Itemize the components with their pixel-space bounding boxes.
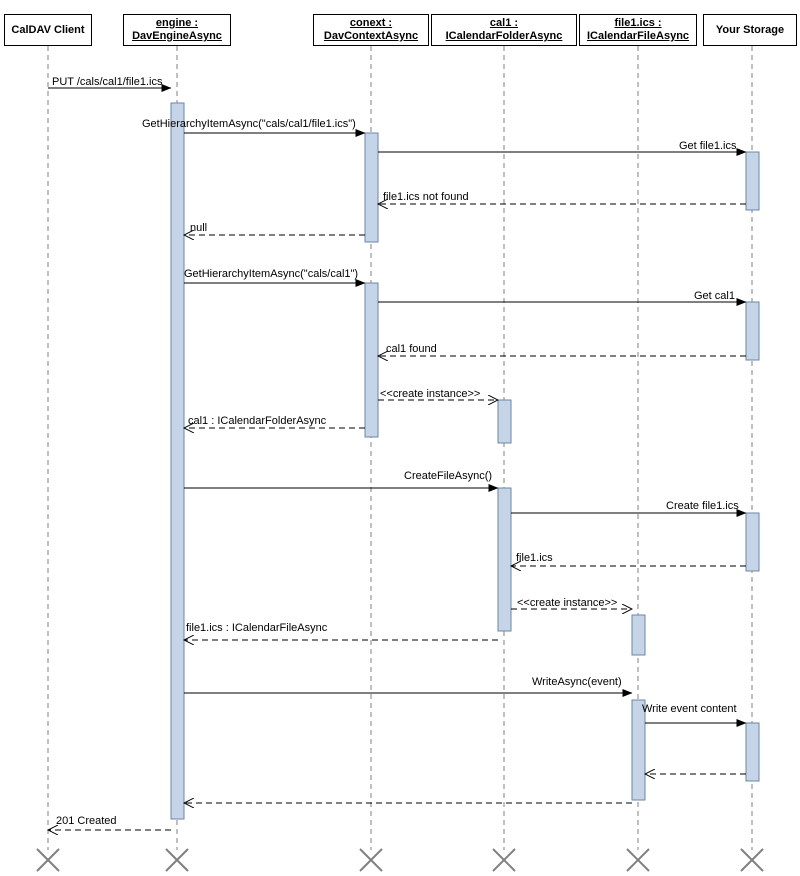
message-label: GetHierarchyItemAsync("cals/cal1/file1.i… [142,118,356,130]
message-label: file1.ics [516,552,553,564]
lifeline-label: cal1 : [489,17,519,29]
lifeline-label: DavEngineAsync [132,30,222,42]
diagram-canvas [36,46,764,872]
sequence-diagram: CalDAV Client engine : DavEngineAsync conex… [0,0,800,876]
message-label: <<create instance>> [517,597,618,609]
lifeline-header-storage: Your Storage [703,14,797,46]
message-label: cal1 found [386,343,437,355]
lifeline-label: ICalendarFileAsync [586,30,690,42]
message-label: Get file1.ics [679,140,737,152]
message-label: file1.ics not found [383,191,469,203]
lifeline-label: conext : [349,17,393,29]
message-label: PUT /cals/cal1/file1.ics [52,76,163,88]
message-label: CreateFileAsync() [404,470,493,482]
lifeline-label: file1.ics : [614,17,662,29]
lifeline-label: engine : [155,17,199,29]
message-label: file1.ics : ICalendarFileAsync [186,622,328,634]
lifeline-header-client: CalDAV Client [4,14,92,46]
lifeline-header-file1: file1.ics : ICalendarFileAsync [579,14,697,46]
message-label: GetHierarchyItemAsync("cals/cal1") [184,268,359,280]
message-label: Write event content [642,703,737,715]
lifeline-label: Your Storage [715,23,785,36]
lifeline-label: DavContextAsync [323,30,419,42]
lifeline-label: ICalendarFolderAsync [445,30,563,42]
message-label: <<create instance>> [380,388,481,400]
message-label: cal1 : ICalendarFolderAsync [188,415,327,427]
lifeline-header-engine: engine : DavEngineAsync [123,14,231,46]
lifeline-label: CalDAV Client [11,23,85,36]
message-label: Create file1.ics [666,500,739,512]
lifeline-header-context: conext : DavContextAsync [313,14,429,46]
message-label: null [190,222,208,234]
lifeline-header-cal1: cal1 : ICalendarFolderAsync [431,14,577,46]
message-label: 201 Created [56,815,117,827]
message-label: Get cal1 [694,290,735,302]
message-label: WriteAsync(event) [532,676,622,688]
